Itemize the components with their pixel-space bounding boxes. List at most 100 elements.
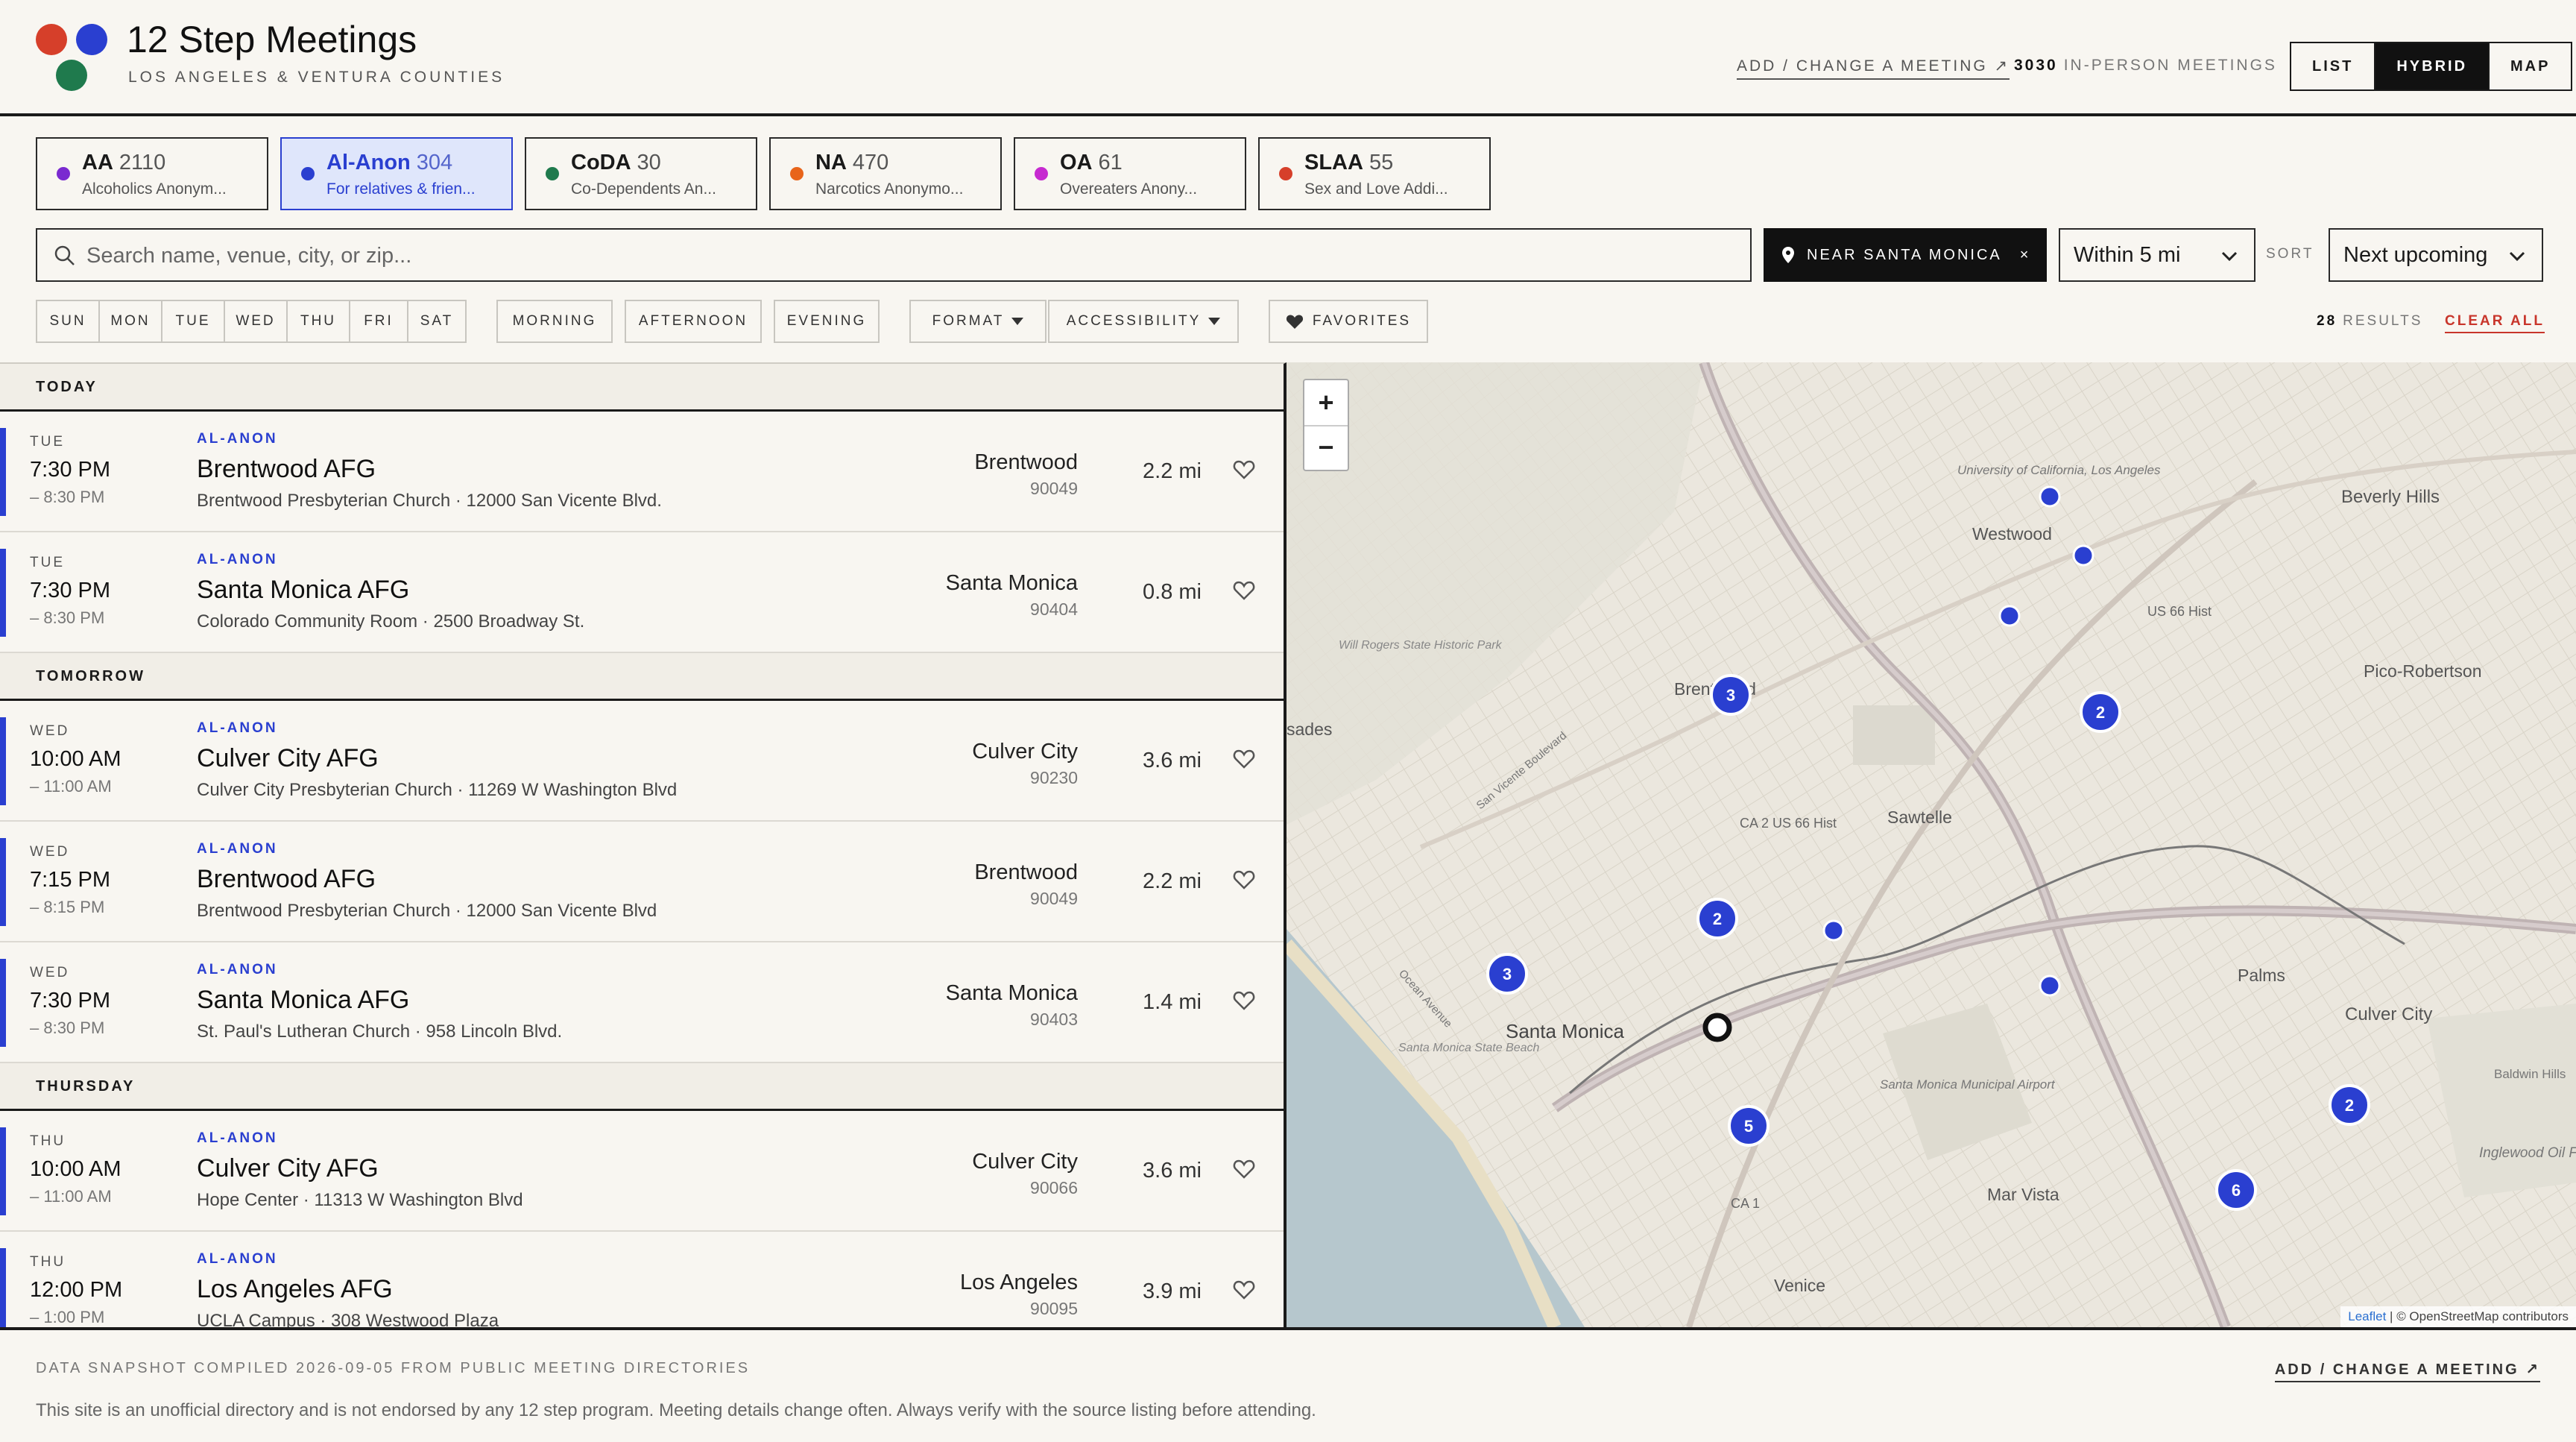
favorite-heart-icon[interactable] [1233, 580, 1255, 605]
favorite-heart-icon[interactable] [1233, 1279, 1255, 1304]
meeting-name[interactable]: Los Angeles AFG [197, 1275, 393, 1304]
map-marker[interactable] [2072, 544, 2094, 567]
meeting-list[interactable]: TODAY TUE 7:30 PM – 8:30 PM AL-ANON Brentwood… [0, 362, 1287, 1327]
view-list-button[interactable]: LIST [2291, 43, 2374, 89]
radius-select[interactable]: Within 5 mi [2059, 228, 2255, 282]
fellowship-card-na[interactable]: NA 470 Narcotics Anonymo... [769, 137, 1002, 210]
meeting-zip: 90404 [1030, 599, 1078, 619]
map-cluster[interactable]: 2 [2080, 691, 2121, 733]
add-change-meeting-link-footer[interactable]: ADD / CHANGE A MEETING ↗ [2274, 1360, 2540, 1382]
map-marker[interactable] [1822, 919, 1845, 942]
meeting-row[interactable]: TUE 7:30 PM – 8:30 PM AL-ANON Santa Monica A… [0, 532, 1284, 653]
time-filter-afternoon[interactable]: AFTERNOON [625, 300, 762, 343]
fellowship-name: Al-Anon 304 [326, 151, 452, 175]
day-filter-wed[interactable]: WED [224, 300, 288, 343]
day-filter-mon[interactable]: MON [98, 300, 162, 343]
time-filter-evening[interactable]: EVENING [774, 300, 880, 343]
map-cluster[interactable]: 2 [2329, 1084, 2370, 1126]
search-box[interactable] [36, 228, 1752, 282]
meeting-distance: 3.9 mi [1143, 1279, 1202, 1303]
meeting-name[interactable]: Brentwood AFG [197, 455, 376, 484]
meeting-name[interactable]: Brentwood AFG [197, 865, 376, 894]
map-panel[interactable]: University of California, Los Angeles We… [1287, 362, 2576, 1327]
meeting-count-label: IN-PERSON MEETINGS [2063, 57, 2277, 74]
accessibility-dropdown-label: ACCESSIBILITY [1066, 313, 1202, 329]
meeting-row[interactable]: TUE 7:30 PM – 8:30 PM AL-ANON Brentwood AFG B… [0, 412, 1284, 532]
osm-attribution[interactable]: © OpenStreetMap contributors [2396, 1309, 2569, 1323]
meeting-name[interactable]: Santa Monica AFG [197, 986, 409, 1015]
map-label-baldwin-hills: Baldwin Hills [2494, 1067, 2566, 1081]
map-marker[interactable] [2039, 485, 2061, 508]
meeting-zip: 90403 [1030, 1010, 1078, 1029]
fellowship-name: NA 470 [815, 151, 888, 175]
day-filter-sat[interactable]: SAT [407, 300, 467, 343]
day-filter-sun[interactable]: SUN [36, 300, 100, 343]
fellowship-card-al-anon[interactable]: Al-Anon 304 For relatives & frien... [280, 137, 513, 210]
map-cluster[interactable]: 2 [1696, 898, 1738, 939]
map-marker[interactable] [1998, 605, 2021, 627]
fellowship-description: Overeaters Anony... [1060, 180, 1198, 198]
time-filter-morning[interactable]: MORNING [496, 300, 613, 343]
map-cluster[interactable]: 3 [1710, 674, 1752, 716]
meeting-city: Brentwood [974, 860, 1078, 884]
day-group-label: THURSDAY [36, 1078, 136, 1095]
accessibility-dropdown[interactable]: ACCESSIBILITY [1048, 300, 1239, 343]
chevron-down-icon [2509, 251, 2525, 262]
leaflet-link[interactable]: Leaflet [2348, 1309, 2386, 1323]
map-cluster[interactable]: 3 [1486, 953, 1528, 995]
meeting-venue: Brentwood Presbyterian Church · 12000 Sa… [197, 901, 657, 921]
day-filter-thu[interactable]: THU [286, 300, 350, 343]
zoom-in-button[interactable]: + [1304, 380, 1348, 426]
meeting-name[interactable]: Santa Monica AFG [197, 576, 409, 605]
format-dropdown[interactable]: FORMAT [909, 300, 1046, 343]
fellowship-card-coda[interactable]: CoDA 30 Co-Dependents An... [525, 137, 757, 210]
map-canvas[interactable]: University of California, Los Angeles We… [1287, 362, 2576, 1327]
fellowship-card-aa[interactable]: AA 2110 Alcoholics Anonym... [36, 137, 268, 210]
app-title[interactable]: 12 Step Meetings [127, 18, 417, 61]
sort-select[interactable]: Next upcoming [2329, 228, 2543, 282]
fellowship-abbr: AA [82, 151, 113, 174]
view-hybrid-button[interactable]: HYBRID [2374, 43, 2489, 89]
near-location-chip[interactable]: NEAR SANTA MONICA × [1764, 228, 2047, 282]
meeting-day: THU [30, 1254, 66, 1270]
meeting-distance: 2.2 mi [1143, 869, 1202, 893]
map-marker[interactable] [2039, 975, 2061, 997]
meeting-row[interactable]: WED 7:15 PM – 8:15 PM AL-ANON Brentwood AFG B… [0, 822, 1284, 942]
current-location-marker [1702, 1013, 1732, 1042]
meeting-city: Culver City [972, 740, 1078, 763]
view-map-button[interactable]: MAP [2488, 43, 2571, 89]
map-cluster[interactable]: 6 [2215, 1169, 2257, 1211]
meeting-row[interactable]: WED 7:30 PM – 8:30 PM AL-ANON Santa Monica A… [0, 942, 1284, 1063]
meeting-day: WED [30, 844, 70, 860]
near-location-clear-icon[interactable]: × [2020, 247, 2031, 264]
favorite-heart-icon[interactable] [1233, 990, 1255, 1015]
meeting-city: Santa Monica [945, 981, 1078, 1005]
day-filter-tue[interactable]: TUE [161, 300, 225, 343]
favorite-heart-icon[interactable] [1233, 749, 1255, 773]
day-filter-fri[interactable]: FRI [349, 300, 408, 343]
add-change-meeting-link[interactable]: ADD / CHANGE A MEETING ↗ [1737, 57, 2010, 80]
clear-all-button[interactable]: CLEAR ALL [2445, 313, 2545, 333]
zoom-out-button[interactable]: − [1304, 425, 1348, 470]
meeting-name[interactable]: Culver City AFG [197, 1154, 379, 1183]
meeting-row[interactable]: WED 10:00 AM – 11:00 AM AL-ANON Culver City … [0, 701, 1284, 822]
meeting-name[interactable]: Culver City AFG [197, 744, 379, 773]
favorite-heart-icon[interactable] [1233, 459, 1255, 484]
fellowship-card-oa[interactable]: OA 61 Overeaters Anony... [1014, 137, 1246, 210]
map-road-ca2: CA 2 US 66 Hist [1740, 816, 1837, 831]
favorite-heart-icon[interactable] [1233, 1159, 1255, 1183]
search-input[interactable] [85, 230, 1728, 282]
day-group-header: TOMORROW [0, 653, 1284, 701]
meeting-city: Santa Monica [945, 571, 1078, 595]
meeting-start-time: 10:00 AM [30, 1157, 121, 1181]
fellowship-card-slaa[interactable]: SLAA 55 Sex and Love Addi... [1258, 137, 1491, 210]
results-count-value: 28 [2317, 313, 2337, 329]
map-label-sawtelle: Sawtelle [1887, 807, 1952, 827]
zoom-control: + − [1303, 379, 1349, 471]
favorite-heart-icon[interactable] [1233, 869, 1255, 894]
map-cluster[interactable]: 5 [1728, 1105, 1770, 1147]
meeting-row[interactable]: THU 12:00 PM – 1:00 PM AL-ANON Los Angeles A… [0, 1232, 1284, 1327]
app-subtitle: LOS ANGELES & VENTURA COUNTIES [128, 69, 505, 86]
meeting-row[interactable]: THU 10:00 AM – 11:00 AM AL-ANON Culver City … [0, 1111, 1284, 1232]
favorites-filter[interactable]: FAVORITES [1269, 300, 1428, 343]
